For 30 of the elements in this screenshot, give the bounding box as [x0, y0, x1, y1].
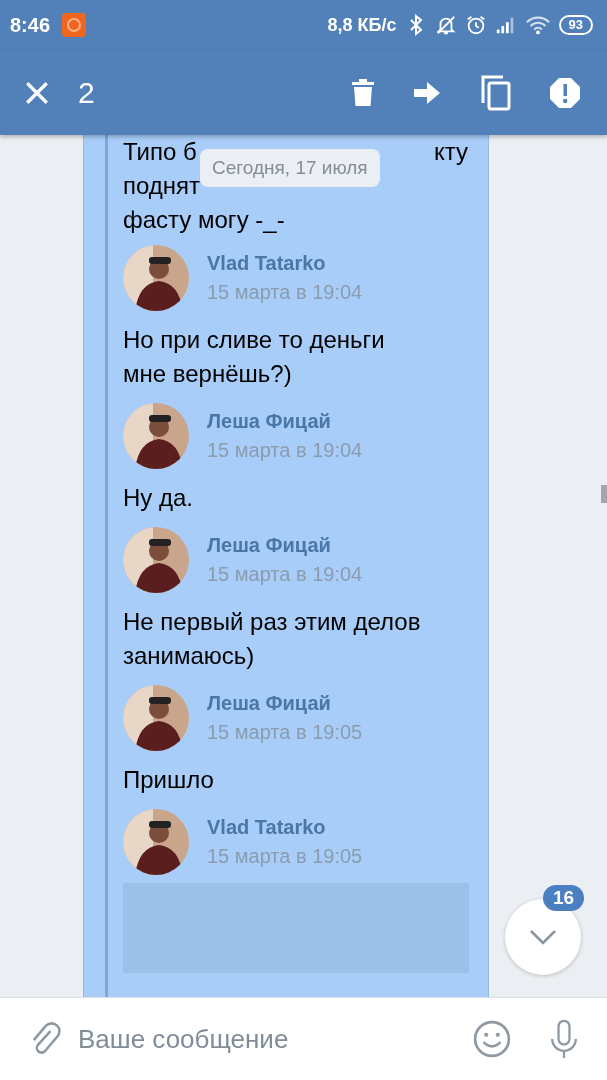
message-date: 15 марта в 19:04 — [207, 439, 363, 462]
battery-indicator: 93 — [558, 15, 593, 35]
selected-count: 2 — [78, 75, 95, 110]
network-speed: 8,8 КБ/с — [327, 14, 397, 36]
message-text: Типо б — [123, 137, 197, 167]
message-text: Пришло — [123, 765, 215, 795]
selected-message-block[interactable] — [83, 135, 489, 997]
muted-bell-icon — [434, 13, 457, 37]
message-date: 15 марта в 19:04 — [207, 281, 363, 304]
sender-name[interactable]: Леша Фицай — [207, 410, 363, 433]
message-text: Не первый раз этим делов занимаюсь) — [123, 607, 422, 671]
sender-name[interactable]: Vlad Tatarko — [207, 816, 363, 839]
message-date: 15 марта в 19:05 — [207, 845, 363, 868]
message-date: 15 марта в 19:04 — [207, 563, 363, 586]
emoji-icon[interactable] — [473, 1019, 511, 1059]
message-text: кту — [433, 137, 468, 167]
chevron-down-icon — [529, 929, 557, 945]
message-text: фасту могу -_- — [123, 205, 285, 235]
message-text: Но при сливе то деньги мне вернёшь?) — [123, 325, 386, 389]
sender-name[interactable]: Vlad Tatarko — [207, 252, 363, 275]
sender-name[interactable]: Леша Фицай — [207, 692, 363, 715]
app-notification-icon — [62, 13, 87, 37]
message-text: поднят — [123, 171, 201, 201]
unread-badge: 16 — [543, 885, 585, 911]
message-date: 15 марта в 19:05 — [207, 721, 363, 744]
message-text: Ну да. — [123, 483, 195, 513]
date-pill: Сегодня, 17 июля — [200, 149, 380, 187]
scroll-indicator — [601, 485, 607, 503]
sender-name[interactable]: Леша Фицай — [207, 534, 363, 557]
status-time: 8:46 — [10, 13, 51, 37]
